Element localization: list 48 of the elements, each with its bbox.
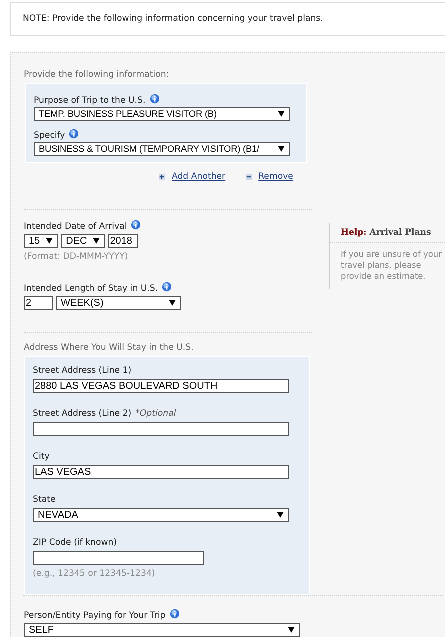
- field-label: Specify: [34, 131, 66, 142]
- action-link[interactable]: Add Another: [159, 172, 226, 182]
- info-icon[interactable]: [150, 94, 160, 104]
- help-text: If you are unsure of your travel plans, please provide an estimate.: [340, 248, 443, 282]
- zip-field[interactable]: [33, 551, 204, 565]
- info-icon[interactable]: [170, 609, 180, 619]
- length-field[interactable]: 2: [24, 296, 53, 310]
- info-icon[interactable]: [131, 220, 142, 230]
- field-label: Person/Entity Paying for Your Trip: [24, 611, 166, 622]
- caret-icon: [278, 146, 285, 152]
- optional-note: *Optional: [136, 409, 176, 420]
- caret-icon: [46, 238, 54, 244]
- caret-icon: [93, 238, 100, 244]
- help-title: Arrival Plans: [370, 228, 432, 238]
- zip-hint: (e.g., 12345 or 12345-1234): [33, 569, 156, 579]
- caret-icon: [169, 300, 176, 306]
- action-link[interactable]: Remove: [246, 172, 294, 182]
- dropdown[interactable]: NEVADA: [33, 508, 289, 522]
- caret-icon: [288, 627, 295, 633]
- day-dropdown[interactable]: 15: [24, 234, 58, 248]
- format-hint: (Format: DD-MMM-YYYY): [24, 252, 130, 262]
- text-field[interactable]: 2880 LAS VEGAS BOULEVARD SOUTH: [33, 379, 289, 393]
- unit-dropdown[interactable]: WEEK(S): [56, 296, 181, 310]
- field-label: Street Address (Line 1): [33, 366, 132, 377]
- dropdown[interactable]: SELF: [24, 623, 300, 637]
- field-label: State: [33, 495, 56, 506]
- field-label: City: [33, 452, 50, 463]
- field-label: Intended Date of Arrival: [24, 222, 128, 233]
- minus-icon: [246, 174, 252, 180]
- note-text: NOTE: Provide the following information concerning your travel plans.: [23, 14, 324, 24]
- info-icon[interactable]: [162, 282, 172, 292]
- section-heading: Provide the following information:: [24, 70, 170, 80]
- plus-icon: [159, 174, 165, 180]
- dropdown[interactable]: TEMP. BUSINESS PLEASURE VISITOR (B): [34, 107, 290, 121]
- field-label: ZIP Code (if known): [33, 538, 118, 549]
- dropdown[interactable]: BUSINESS & TOURISM (TEMPORARY VISITOR) (B1/: [34, 142, 290, 156]
- info-icon[interactable]: [69, 129, 80, 139]
- help-label: Help:: [341, 228, 367, 238]
- year-field[interactable]: 2018: [108, 234, 138, 248]
- month-dropdown[interactable]: DEC: [61, 234, 106, 248]
- field-label: Purpose of Trip to the U.S.: [34, 96, 146, 107]
- field-label: Intended Length of Stay in U.S.: [24, 284, 158, 295]
- field-label: Street Address (Line 2): [33, 409, 132, 420]
- text-field[interactable]: LAS VEGAS: [33, 465, 289, 479]
- caret-icon: [277, 512, 284, 518]
- caret-icon: [278, 111, 285, 117]
- section-heading: Address Where You Will Stay in the U.S.: [24, 343, 195, 353]
- text-field[interactable]: [33, 422, 289, 436]
